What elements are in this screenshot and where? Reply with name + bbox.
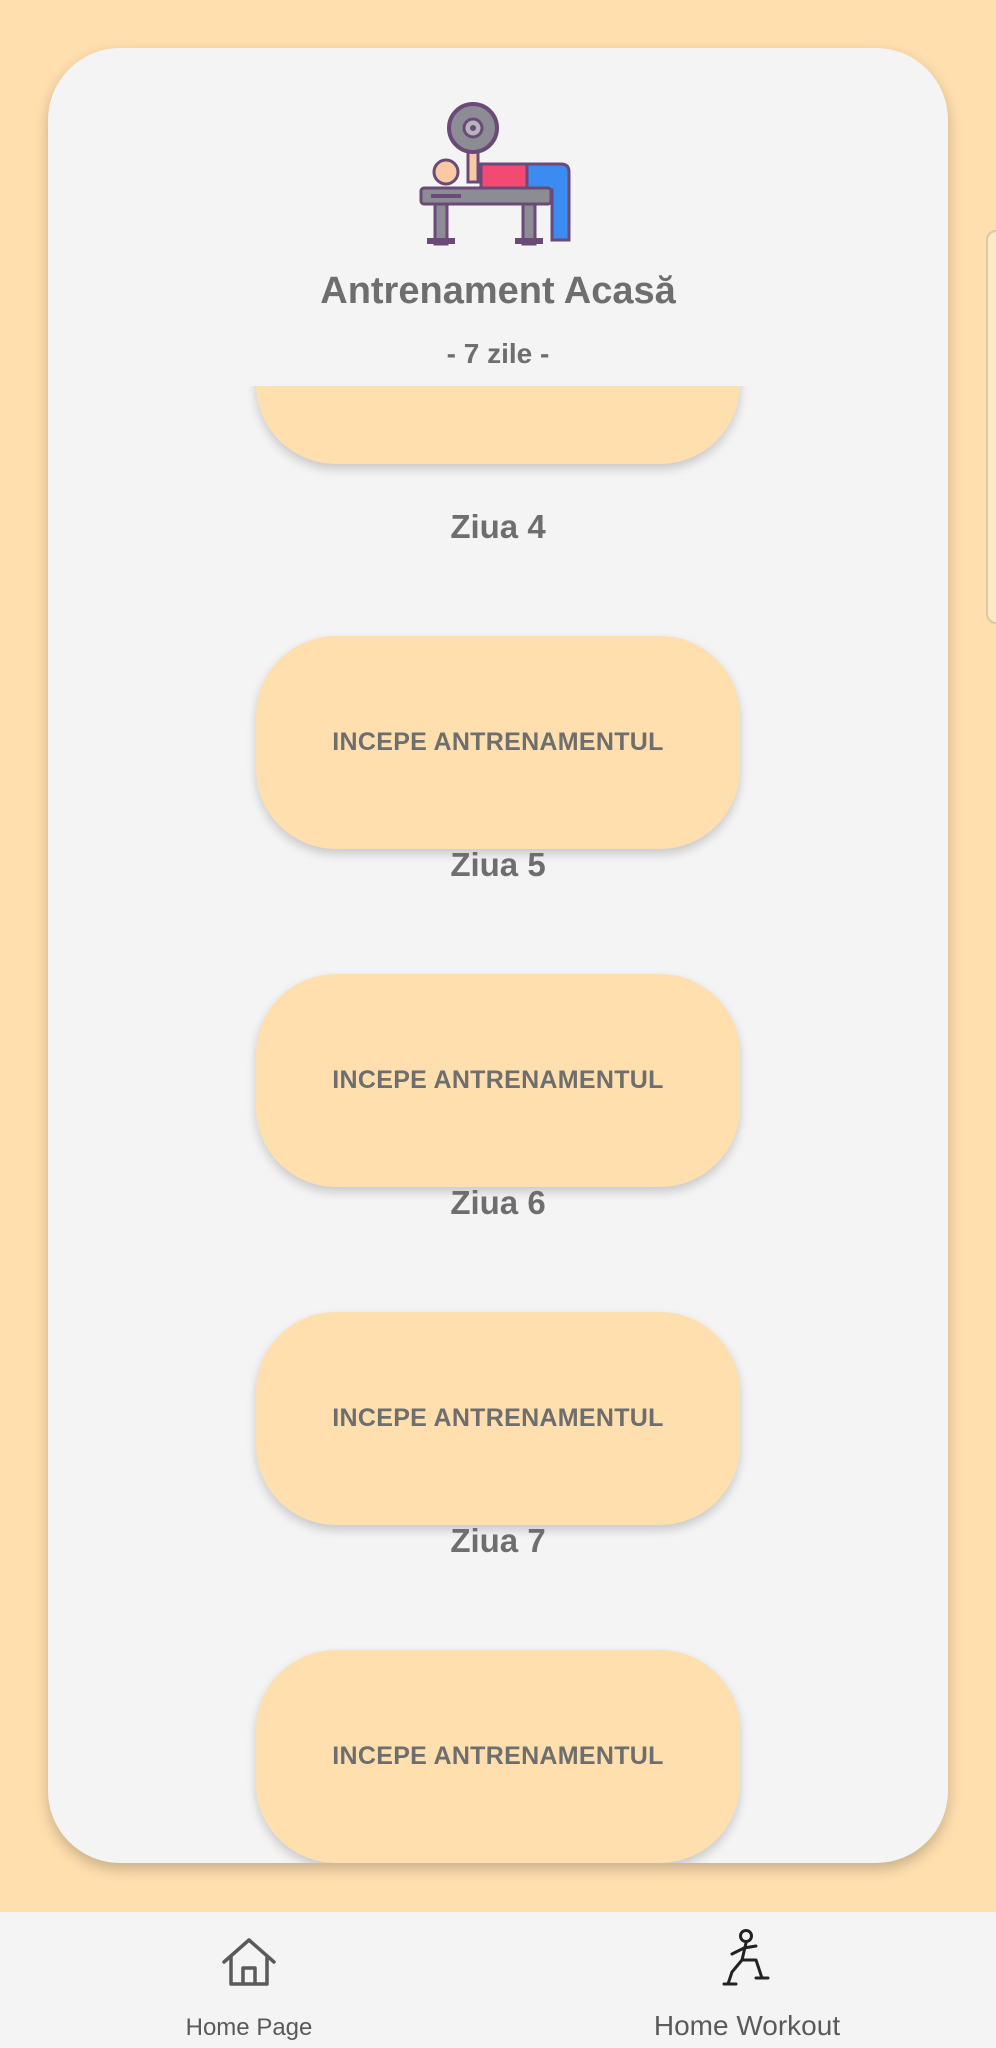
day-label: Ziua 7 <box>450 1522 546 1559</box>
home-icon <box>222 1938 276 1986</box>
workout-day-list[interactable]: Ziua 4 INCEPE ANTRENAMENTUL Ziua 5 INCEP… <box>48 386 948 1863</box>
nav-label-home-page: Home Page <box>185 2014 313 2041</box>
page-title: Antrenament Acasă <box>320 270 676 312</box>
nav-item-home-page[interactable]: Home Page <box>0 1912 498 2048</box>
start-workout-button[interactable]: INCEPE ANTRENAMENTUL <box>256 636 740 849</box>
day-label: Ziua 6 <box>450 1184 546 1221</box>
side-panel-handle[interactable] <box>986 230 996 624</box>
start-workout-button[interactable]: INCEPE ANTRENAMENTUL <box>256 974 740 1187</box>
start-workout-button-partial[interactable] <box>256 386 740 464</box>
page-subtitle: - 7 zile - <box>446 338 550 369</box>
card-header: Antrenament Acasă - 7 zile - <box>48 48 948 386</box>
lunge-exercise-icon <box>722 1929 770 1986</box>
day-label: Ziua 4 <box>450 508 546 545</box>
start-workout-button[interactable]: INCEPE ANTRENAMENTUL <box>256 1312 740 1525</box>
start-workout-button[interactable]: INCEPE ANTRENAMENTUL <box>256 1650 740 1863</box>
bench-press-icon <box>419 102 571 246</box>
nav-item-home-workout[interactable]: Home Workout <box>498 1912 996 2048</box>
workout-card: Antrenament Acasă - 7 zile - Ziua 4 INCE… <box>48 48 948 1863</box>
bottom-navigation: Home Page Home Workout <box>0 1912 996 2048</box>
nav-label-home-workout: Home Workout <box>653 2010 841 2041</box>
day-label: Ziua 5 <box>450 846 546 883</box>
